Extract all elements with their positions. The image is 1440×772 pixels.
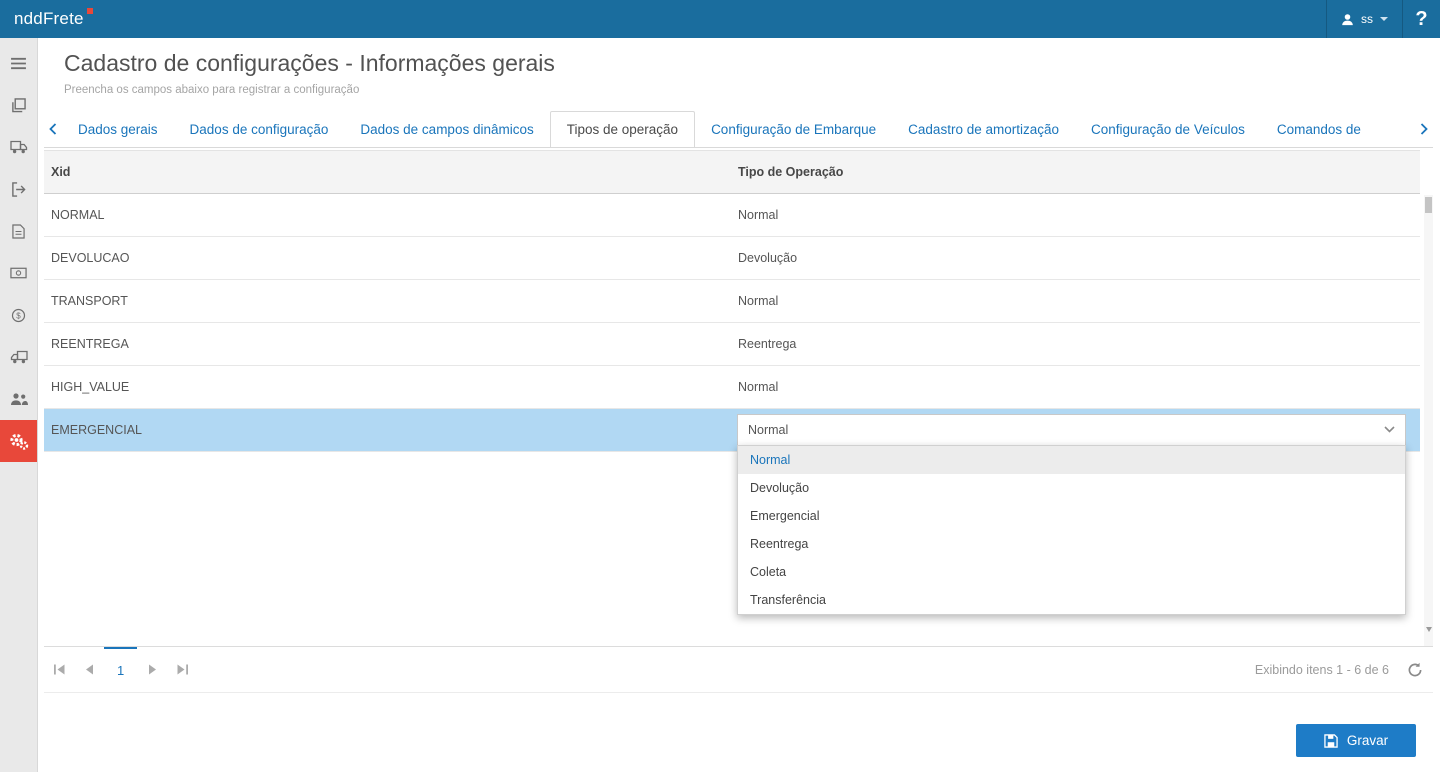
pager-next-icon[interactable] (137, 647, 167, 692)
pager-prev-icon[interactable] (74, 647, 104, 692)
sidebar-item-users[interactable] (0, 378, 37, 420)
tab-scroll-left-icon[interactable] (44, 111, 62, 147)
page-title: Cadastro de configurações - Informações … (64, 50, 1440, 77)
settings-gears-icon (8, 432, 29, 451)
footer: Gravar (38, 693, 1440, 772)
table-header: Xid Tipo de Operação (44, 150, 1420, 194)
table-row[interactable]: TRANSPORT Normal (44, 280, 1420, 323)
sidebar-item-currency[interactable]: $ (0, 294, 37, 336)
svg-text:$: $ (16, 311, 21, 320)
grid-wrap: Xid Tipo de Operação NORMAL Normal DEVOL… (44, 150, 1433, 646)
delivery-truck-icon (10, 350, 28, 364)
column-header-tipo[interactable]: Tipo de Operação (730, 151, 1420, 193)
pager-last-icon[interactable] (167, 647, 197, 692)
cell-xid: DEVOLUCAO (44, 237, 730, 279)
operations-table: Xid Tipo de Operação NORMAL Normal DEVOL… (44, 150, 1420, 646)
refresh-icon[interactable] (1407, 662, 1423, 678)
cell-xid: REENTREGA (44, 323, 730, 365)
sidebar-item-settings-active[interactable] (0, 420, 37, 462)
sidebar-item-export[interactable] (0, 168, 37, 210)
dropdown-option-devolucao[interactable]: Devolução (738, 474, 1405, 502)
user-menu[interactable]: ss (1326, 0, 1402, 38)
tab-cadastro-de-amortizacao[interactable]: Cadastro de amortização (892, 111, 1075, 147)
tab-configuracao-de-veiculos[interactable]: Configuração de Veículos (1075, 111, 1261, 147)
cell-tipo: Reentrega (730, 323, 1420, 365)
help-label: ? (1415, 8, 1427, 31)
dropdown-option-emergencial[interactable]: Emergencial (738, 502, 1405, 530)
tab-strip: Dados gerais Dados de configuração Dados… (44, 111, 1433, 148)
tipo-operacao-dropdown[interactable]: Normal Normal Devolução Emergencial Reen… (737, 414, 1406, 447)
pager-first-icon[interactable] (44, 647, 74, 692)
tab-tipos-de-operacao-active[interactable]: Tipos de operação (550, 111, 695, 147)
banknote-icon (10, 267, 27, 279)
cell-tipo-editing: Normal Normal Devolução Emergencial Reen… (730, 409, 1420, 451)
help-button[interactable]: ? (1402, 0, 1440, 38)
chevron-down-icon[interactable] (1384, 426, 1405, 433)
tab-dados-de-configuracao[interactable]: Dados de configuração (174, 111, 345, 147)
user-initials: ss (1361, 12, 1373, 26)
cell-tipo: Normal (730, 280, 1420, 322)
sidebar-item-delivery[interactable] (0, 336, 37, 378)
app-logo: nddFrete (14, 9, 93, 29)
cell-tipo: Normal (730, 194, 1420, 236)
top-bar: nddFrete ss ? (0, 0, 1440, 38)
cell-tipo: Devolução (730, 237, 1420, 279)
cell-xid: TRANSPORT (44, 280, 730, 322)
table-row[interactable]: HIGH_VALUE Normal (44, 366, 1420, 409)
tab-configuracao-de-embarque[interactable]: Configuração de Embarque (695, 111, 892, 147)
page-subtitle: Preencha os campos abaixo para registrar… (64, 84, 1440, 96)
table-row[interactable]: NORMAL Normal (44, 194, 1420, 237)
truck-icon (10, 140, 28, 154)
cell-xid: NORMAL (44, 194, 730, 236)
dropdown-option-normal[interactable]: Normal (738, 446, 1405, 474)
tab-comandos-de[interactable]: Comandos de (1261, 111, 1377, 147)
pager: 1 Exibindo itens 1 - 6 de 6 (44, 646, 1433, 693)
main-content: Cadastro de configurações - Informações … (38, 38, 1440, 772)
topbar-right: ss ? (1326, 0, 1440, 38)
tabs: Dados gerais Dados de configuração Dados… (62, 111, 1415, 147)
sidebar-item-copy[interactable] (0, 84, 37, 126)
copy-pages-icon (11, 98, 26, 113)
sidebar-item-truck[interactable] (0, 126, 37, 168)
save-icon (1324, 734, 1338, 748)
pager-status: Exibindo itens 1 - 6 de 6 (1255, 663, 1389, 677)
dropdown-option-coleta[interactable]: Coleta (738, 558, 1405, 586)
logo-text: nddFrete (14, 9, 84, 28)
chevron-down-icon (1380, 17, 1388, 21)
tab-dados-de-campos-dinamicos[interactable]: Dados de campos dinâmicos (344, 111, 549, 147)
dropdown-value: Normal (738, 423, 788, 437)
scrollbar-down-arrow-icon[interactable] (1424, 624, 1433, 634)
logo-mark (87, 8, 93, 14)
pager-page-1[interactable]: 1 (104, 647, 137, 692)
dropdown-popup: Normal Devolução Emergencial Reentrega C… (737, 445, 1406, 615)
pager-right: Exibindo itens 1 - 6 de 6 (1255, 647, 1433, 692)
dropdown-option-transferencia[interactable]: Transferência (738, 586, 1405, 614)
sidebar-item-banknote[interactable] (0, 252, 37, 294)
tab-scroll-right-icon[interactable] (1415, 111, 1433, 147)
cell-xid: EMERGENCIAL (44, 409, 730, 451)
save-button[interactable]: Gravar (1296, 724, 1416, 757)
table-row[interactable]: DEVOLUCAO Devolução (44, 237, 1420, 280)
vertical-scrollbar[interactable] (1424, 195, 1433, 646)
cell-tipo: Normal (730, 366, 1420, 408)
cell-xid: HIGH_VALUE (44, 366, 730, 408)
scrollbar-thumb[interactable] (1425, 197, 1432, 213)
users-icon (10, 392, 28, 406)
table-row[interactable]: REENTREGA Reentrega (44, 323, 1420, 366)
export-icon (11, 182, 26, 197)
table-row-selected[interactable]: EMERGENCIAL Normal Normal Devolução Emer… (44, 409, 1420, 452)
currency-circle-icon: $ (11, 308, 26, 323)
save-label: Gravar (1347, 733, 1388, 748)
sidebar-item-document[interactable] (0, 210, 37, 252)
menu-icon (10, 57, 27, 70)
column-header-xid[interactable]: Xid (44, 151, 730, 193)
dropdown-option-reentrega[interactable]: Reentrega (738, 530, 1405, 558)
user-icon (1341, 13, 1354, 26)
sidebar-item-menu[interactable] (0, 42, 37, 84)
document-icon (12, 224, 25, 239)
sidebar: $ (0, 38, 38, 772)
page-head: Cadastro de configurações - Informações … (38, 38, 1440, 111)
tab-dados-gerais[interactable]: Dados gerais (62, 111, 174, 147)
